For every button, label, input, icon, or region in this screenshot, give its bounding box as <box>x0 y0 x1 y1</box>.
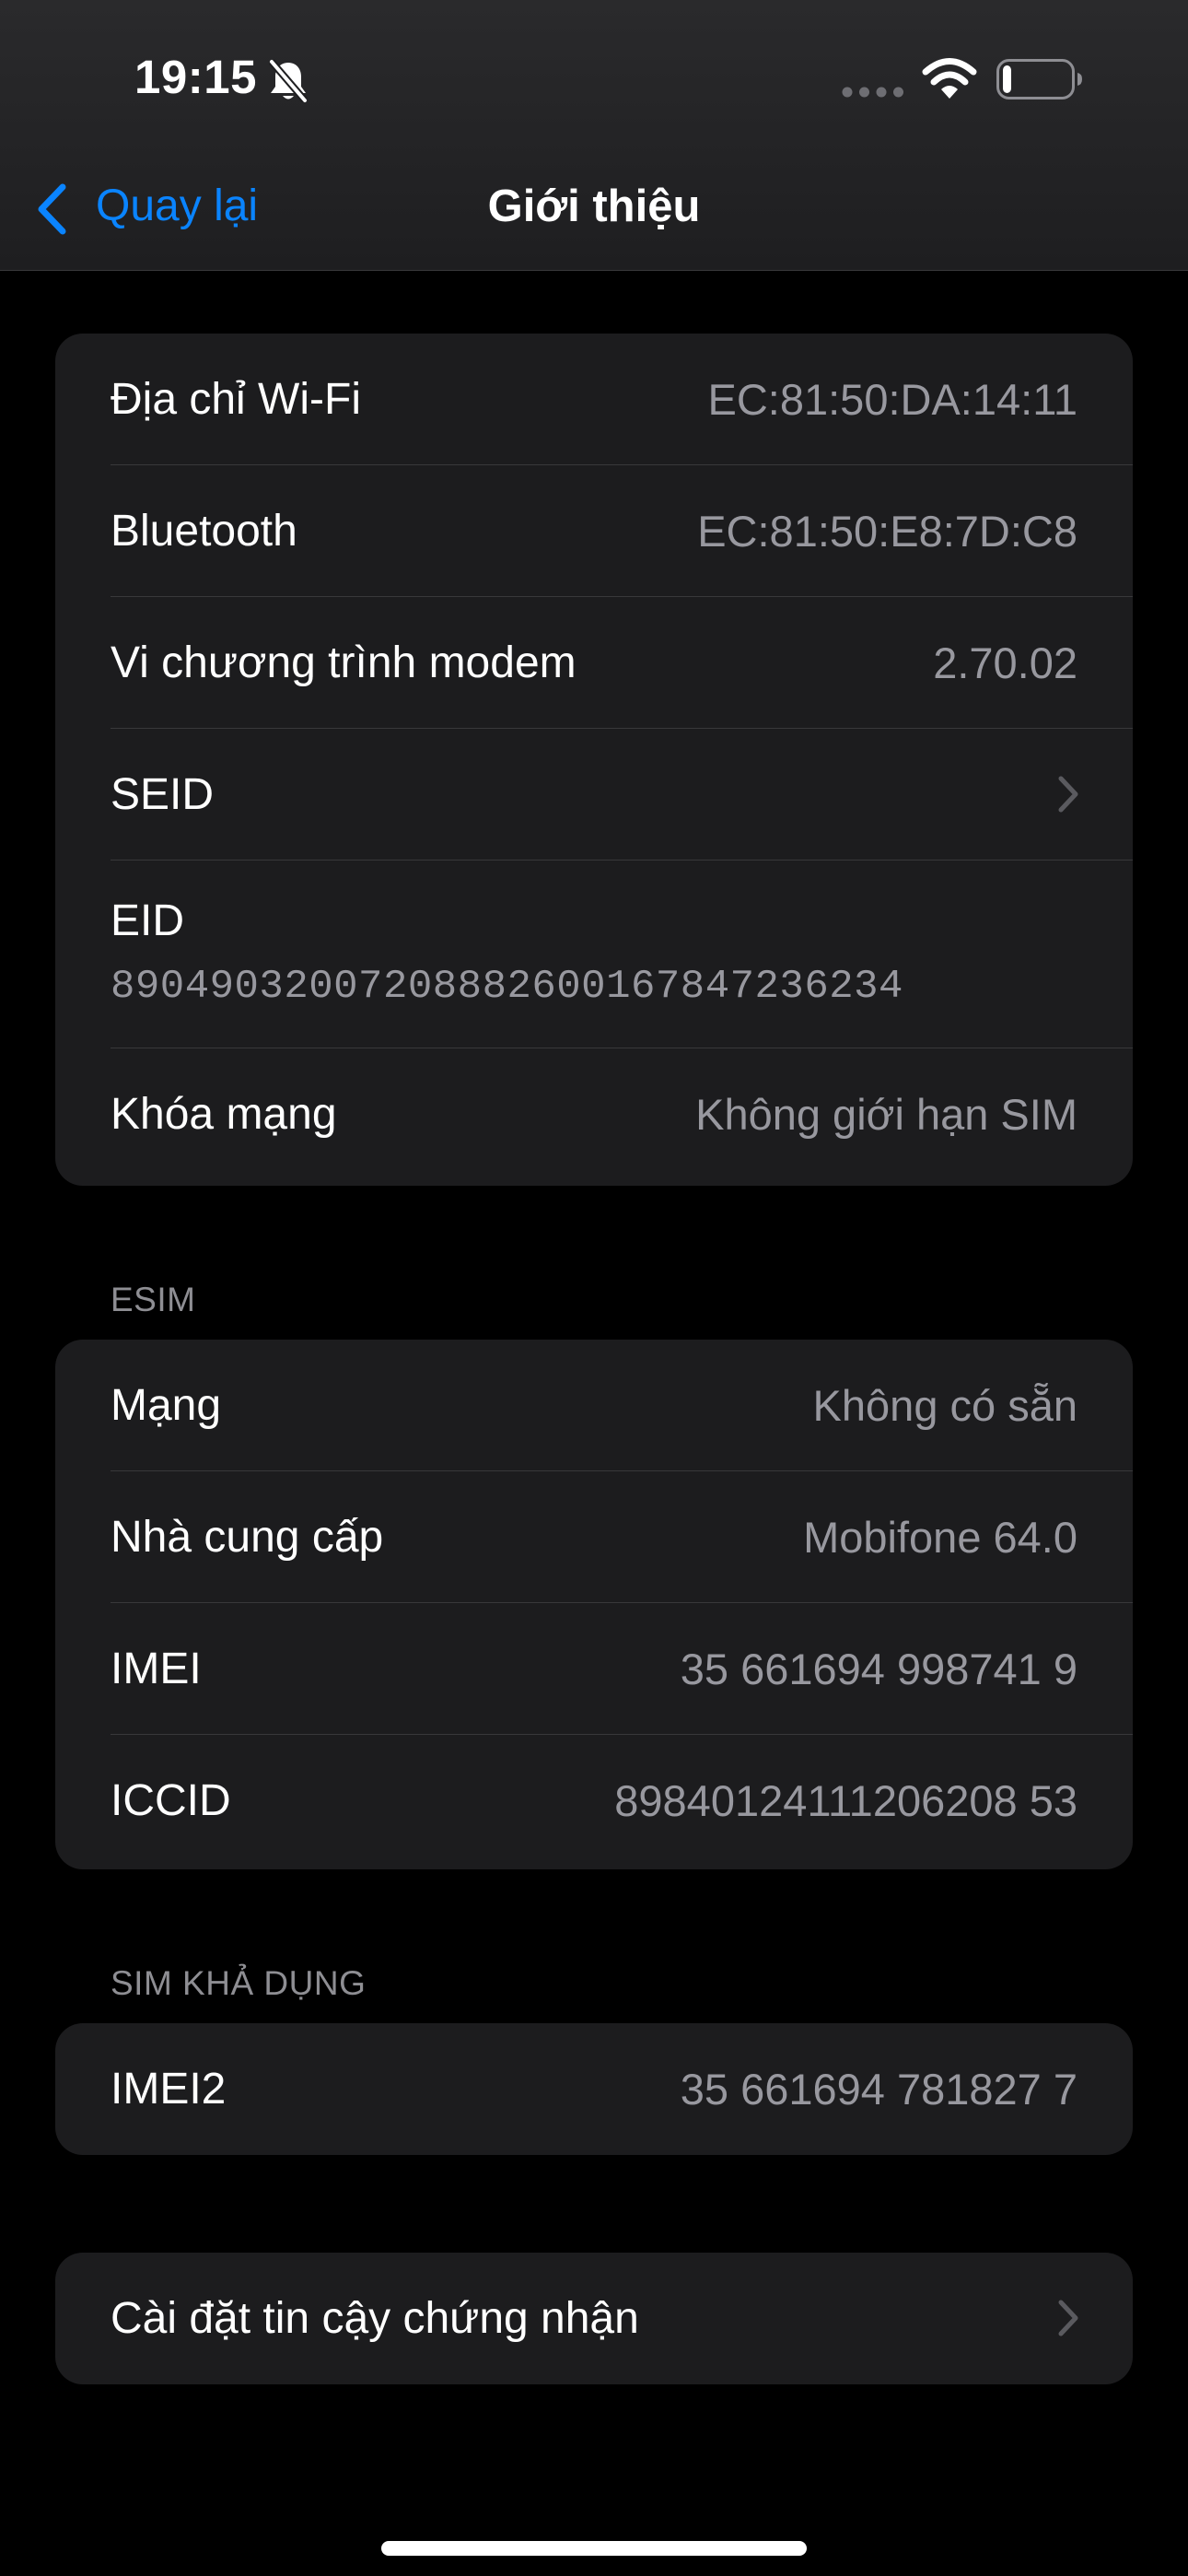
wifi-address-value: EC:81:50:DA:14:11 <box>707 375 1078 424</box>
esim-section-header: ESIM <box>111 1281 196 1318</box>
modem-firmware-row: Vi chương trình modem 2.70.02 <box>55 597 1133 729</box>
network-lock-row: Khóa mạng Không giới hạn SIM <box>55 1048 1133 1180</box>
network-lock-value: Không giới hạn SIM <box>695 1090 1077 1139</box>
imei2-value: 35 661694 781827 7 <box>680 2065 1077 2113</box>
certificate-trust-group: Cài đặt tin cậy chứng nhận <box>55 2253 1133 2384</box>
seid-row[interactable]: SEID <box>55 729 1133 861</box>
cellular-dots-icon <box>842 87 903 98</box>
imei2-row: IMEI2 35 661694 781827 7 <box>55 2023 1133 2155</box>
network-label: Mạng <box>111 1381 222 1430</box>
carrier-row: Nhà cung cấp Mobifone 64.0 <box>55 1471 1133 1603</box>
wifi-icon <box>922 58 977 99</box>
sim-section-header: SIM KHẢ DỤNG <box>111 1964 367 2002</box>
chevron-right-icon <box>1058 776 1078 813</box>
eid-row: EID 89049032007208882600167847236234 <box>55 861 1133 1048</box>
iccid-value: 89840124111206208 53 <box>614 1776 1077 1825</box>
device-info-group: Địa chỉ Wi-Fi EC:81:50:DA:14:11 Bluetoot… <box>55 334 1133 1186</box>
eid-value: 89049032007208882600167847236234 <box>111 964 903 1010</box>
network-value: Không có sẵn <box>812 1381 1077 1430</box>
seid-label: SEID <box>111 770 215 819</box>
chevron-right-icon <box>1058 2300 1078 2336</box>
bell-slash-icon <box>268 59 309 103</box>
imei-row: IMEI 35 661694 998741 9 <box>55 1603 1133 1735</box>
carrier-value: Mobifone 64.0 <box>803 1513 1077 1562</box>
imei2-label: IMEI2 <box>111 2065 227 2113</box>
certificate-trust-label: Cài đặt tin cậy chứng nhận <box>111 2294 639 2343</box>
imei-value: 35 661694 998741 9 <box>680 1645 1077 1693</box>
eid-label: EID <box>111 896 185 945</box>
bluetooth-value: EC:81:50:E8:7D:C8 <box>697 507 1077 556</box>
navigation-header: 19:15 Quay lại Giới thiệu <box>0 0 1188 271</box>
certificate-trust-row[interactable]: Cài đặt tin cậy chứng nhận <box>55 2253 1133 2384</box>
wifi-address-row: Địa chỉ Wi-Fi EC:81:50:DA:14:11 <box>55 334 1133 465</box>
back-chevron-icon[interactable] <box>35 182 68 236</box>
sim-group: IMEI2 35 661694 781827 7 <box>55 2023 1133 2155</box>
back-button[interactable]: Quay lại <box>96 181 258 231</box>
home-indicator[interactable] <box>381 2541 807 2556</box>
iccid-row: ICCID 89840124111206208 53 <box>55 1735 1133 1867</box>
network-row: Mạng Không có sẵn <box>55 1340 1133 1471</box>
bluetooth-label: Bluetooth <box>111 507 297 556</box>
status-time: 19:15 <box>134 51 257 103</box>
imei-label: IMEI <box>111 1645 202 1693</box>
esim-group: Mạng Không có sẵn Nhà cung cấp Mobifone … <box>55 1340 1133 1869</box>
battery-icon <box>996 59 1082 100</box>
modem-firmware-label: Vi chương trình modem <box>111 638 577 687</box>
bluetooth-row: Bluetooth EC:81:50:E8:7D:C8 <box>55 465 1133 597</box>
wifi-address-label: Địa chỉ Wi-Fi <box>111 375 361 424</box>
iccid-label: ICCID <box>111 1776 231 1825</box>
modem-firmware-value: 2.70.02 <box>933 638 1077 687</box>
network-lock-label: Khóa mạng <box>111 1090 337 1139</box>
carrier-label: Nhà cung cấp <box>111 1513 384 1562</box>
